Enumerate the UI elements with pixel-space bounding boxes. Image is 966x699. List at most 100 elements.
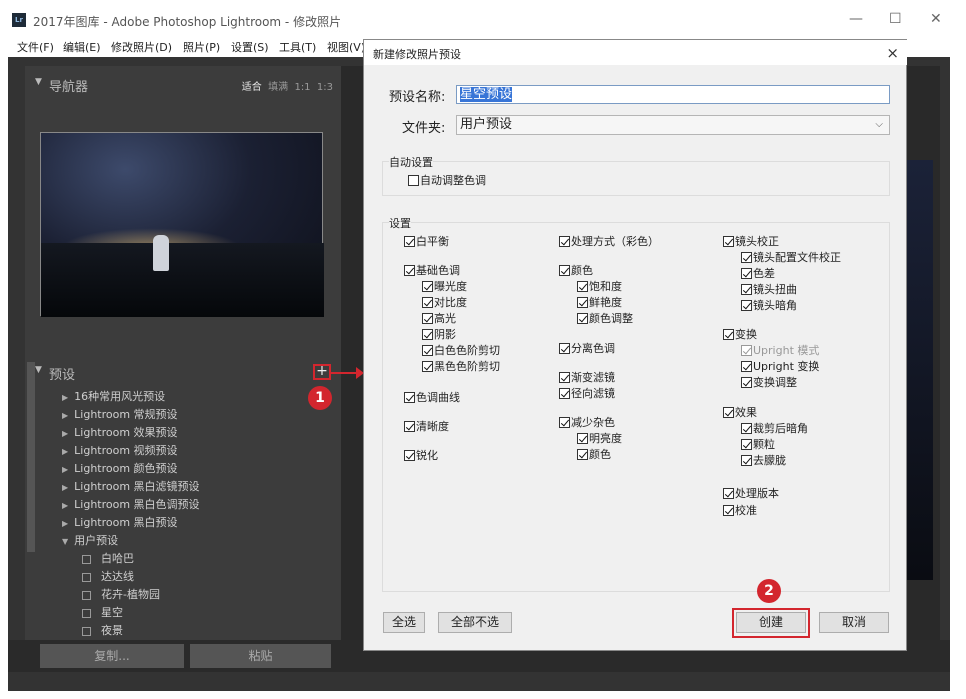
preset-folder[interactable]: ▶ Lightroom 黑白色调预设 xyxy=(62,496,200,514)
collapse-icon: ▼ xyxy=(35,365,42,375)
cancel-button[interactable]: 取消 xyxy=(819,612,889,633)
navigator-title: 导航器 xyxy=(49,80,89,95)
checkbox-lens-vignetting[interactable]: 镜头暗角 xyxy=(741,299,797,312)
paste-button[interactable]: 粘贴 xyxy=(190,644,331,668)
folder-select[interactable]: 用户预设 ⌵ xyxy=(456,115,890,135)
checkbox-white-balance[interactable]: 白平衡 xyxy=(404,235,449,248)
checkbox-highlights[interactable]: 高光 xyxy=(422,312,456,325)
checkbox-post-crop-vignette[interactable]: 裁剪后暗角 xyxy=(741,422,808,435)
select-none-button[interactable]: 全部不选 xyxy=(438,612,512,633)
checkbox-lens-corrections[interactable]: 镜头校正 xyxy=(723,235,779,248)
preset-folder-user[interactable]: ▼ 用户预设 xyxy=(62,532,118,550)
photo-edge xyxy=(905,160,933,580)
preset-folder[interactable]: ▶ Lightroom 黑白预设 xyxy=(62,514,178,532)
checkbox-shadows[interactable]: 阴影 xyxy=(422,328,456,341)
window-title: 2017年图库 - Adobe Photoshop Lightroom - 修改… xyxy=(33,15,342,29)
preset-name-label: 预设名称: xyxy=(389,90,446,105)
checkbox-chromatic-aberration[interactable]: 色差 xyxy=(741,267,775,280)
navigator-preview[interactable] xyxy=(40,132,324,317)
presets-scrollbar[interactable] xyxy=(27,362,35,552)
checkbox-dehaze[interactable]: 去朦胧 xyxy=(741,454,786,467)
preset-folder[interactable]: ▶ Lightroom 颜色预设 xyxy=(62,460,178,478)
preset-item[interactable]: 花卉-植物园 xyxy=(82,586,160,604)
zoom-1-3[interactable]: 1:3 xyxy=(317,82,333,93)
checkbox-sharpening[interactable]: 锐化 xyxy=(404,449,438,462)
title-bar: Lr 2017年图库 - Adobe Photoshop Lightroom -… xyxy=(0,0,966,36)
checkbox-split-toning[interactable]: 分离色调 xyxy=(559,342,615,355)
menu-edit[interactable]: 编辑(E) xyxy=(63,39,101,55)
checkbox-black-clip[interactable]: 黑色色阶剪切 xyxy=(422,360,500,373)
checkbox-luminance[interactable]: 明亮度 xyxy=(577,432,622,445)
close-window-icon[interactable]: ✕ xyxy=(930,11,942,27)
minimize-icon[interactable]: — xyxy=(849,11,863,27)
preset-item[interactable]: 达达线 xyxy=(82,568,134,586)
preset-folder[interactable]: ▶ Lightroom 效果预设 xyxy=(62,424,178,442)
checkbox-noise-reduction[interactable]: 减少杂色 xyxy=(559,416,615,429)
checkbox-noise-color[interactable]: 颜色 xyxy=(577,448,611,461)
checkbox-process-version[interactable]: 处理版本 xyxy=(723,487,779,500)
zoom-1-1[interactable]: 1:1 xyxy=(294,82,310,93)
zoom-options: 适合 填满 1:1 1:3 xyxy=(242,78,333,93)
checkbox-color[interactable]: 颜色 xyxy=(559,264,593,277)
preset-icon xyxy=(82,572,91,582)
select-all-button[interactable]: 全选 xyxy=(383,612,425,633)
checkbox-lens-distortion[interactable]: 镜头扭曲 xyxy=(741,283,797,296)
create-button[interactable]: 创建 xyxy=(736,612,806,633)
settings-title: 设置 xyxy=(389,215,411,231)
menu-view[interactable]: 视图(V) xyxy=(327,39,365,55)
checkbox-transform[interactable]: 变换 xyxy=(723,328,757,341)
checkbox-lens-profile[interactable]: 镜头配置文件校正 xyxy=(741,251,841,264)
checkbox-tone-curve[interactable]: 色调曲线 xyxy=(404,391,460,404)
step-badge-2: 2 xyxy=(757,579,781,603)
preset-item[interactable]: 夜景 xyxy=(82,622,123,640)
menu-develop[interactable]: 修改照片(D) xyxy=(111,39,172,55)
checkbox-calibration[interactable]: 校准 xyxy=(723,504,757,517)
checkbox-contrast[interactable]: 对比度 xyxy=(422,296,467,309)
checkbox-treatment[interactable]: 处理方式（彩色） xyxy=(559,235,659,248)
checkbox-graduated-filter[interactable]: 渐变滤镜 xyxy=(559,371,615,384)
checkbox-saturation[interactable]: 饱和度 xyxy=(577,280,622,293)
maximize-icon[interactable]: ☐ xyxy=(889,11,902,27)
presets-header[interactable]: ▼ 预设 xyxy=(25,360,341,384)
checkbox-basic-tone[interactable]: 基础色调 xyxy=(404,264,460,277)
checkbox-exposure[interactable]: 曝光度 xyxy=(422,280,467,293)
checkbox-color-adjust[interactable]: 颜色调整 xyxy=(577,312,633,325)
menu-file[interactable]: 文件(F) xyxy=(17,39,54,55)
preset-item[interactable]: 星空 xyxy=(82,604,123,622)
checkbox-auto-tone[interactable]: 自动调整色调 xyxy=(408,174,486,187)
collapse-icon: ▼ xyxy=(35,77,42,87)
checkbox-grain[interactable]: 颗粒 xyxy=(741,438,775,451)
presets-title: 预设 xyxy=(49,368,76,383)
preset-item[interactable]: 白哈巴 xyxy=(82,550,134,568)
preset-icon xyxy=(82,590,91,600)
checkbox-radial-filter[interactable]: 径向滤镜 xyxy=(559,387,615,400)
auto-settings-title: 自动设置 xyxy=(389,154,433,170)
zoom-fit[interactable]: 适合 xyxy=(242,82,262,93)
checkbox-vibrance[interactable]: 鲜艳度 xyxy=(577,296,622,309)
app: Lr 2017年图库 - Adobe Photoshop Lightroom -… xyxy=(0,0,966,699)
checkbox-upright-mode: Upright 模式 xyxy=(741,344,819,357)
checkbox-effects[interactable]: 效果 xyxy=(723,406,757,419)
preset-folder[interactable]: ▶ Lightroom 视频预设 xyxy=(62,442,178,460)
menu-tools[interactable]: 工具(T) xyxy=(279,39,316,55)
new-develop-preset-dialog: 新建修改照片预设 × 预设名称: 星空预设 文件夹: 用户预设 ⌵ 自动设置 自动… xyxy=(363,39,907,651)
checkbox-transform-adjust[interactable]: 变换调整 xyxy=(741,376,797,389)
preset-name-input[interactable]: 星空预设 xyxy=(456,85,890,104)
dialog-close-icon[interactable]: × xyxy=(886,44,899,62)
preset-folder[interactable]: ▶ 16种常用风光预设 xyxy=(62,388,165,406)
menu-settings[interactable]: 设置(S) xyxy=(231,39,269,55)
folder-label: 文件夹: xyxy=(402,121,446,136)
add-preset-button[interactable]: + xyxy=(313,364,331,380)
copy-button[interactable]: 复制... xyxy=(40,644,184,668)
preset-folder[interactable]: ▶ Lightroom 黑白滤镜预设 xyxy=(62,478,200,496)
menu-photo[interactable]: 照片(P) xyxy=(183,39,220,55)
checkbox-white-clip[interactable]: 白色色阶剪切 xyxy=(422,344,500,357)
preset-folder[interactable]: ▶ Lightroom 常规预设 xyxy=(62,406,178,424)
zoom-fill[interactable]: 填满 xyxy=(268,82,288,93)
checkbox-clarity[interactable]: 清晰度 xyxy=(404,420,449,433)
navigator-header[interactable]: ▼ 导航器 适合 填满 1:1 1:3 xyxy=(25,72,341,96)
presets-list: ▶ 16种常用风光预设 ▶ Lightroom 常规预设 ▶ Lightroom 效果… xyxy=(35,385,340,639)
checkbox-upright-transform[interactable]: Upright 变换 xyxy=(741,360,819,373)
dialog-titlebar: 新建修改照片预设 × xyxy=(364,40,907,65)
lightroom-logo-icon: Lr xyxy=(12,13,26,27)
